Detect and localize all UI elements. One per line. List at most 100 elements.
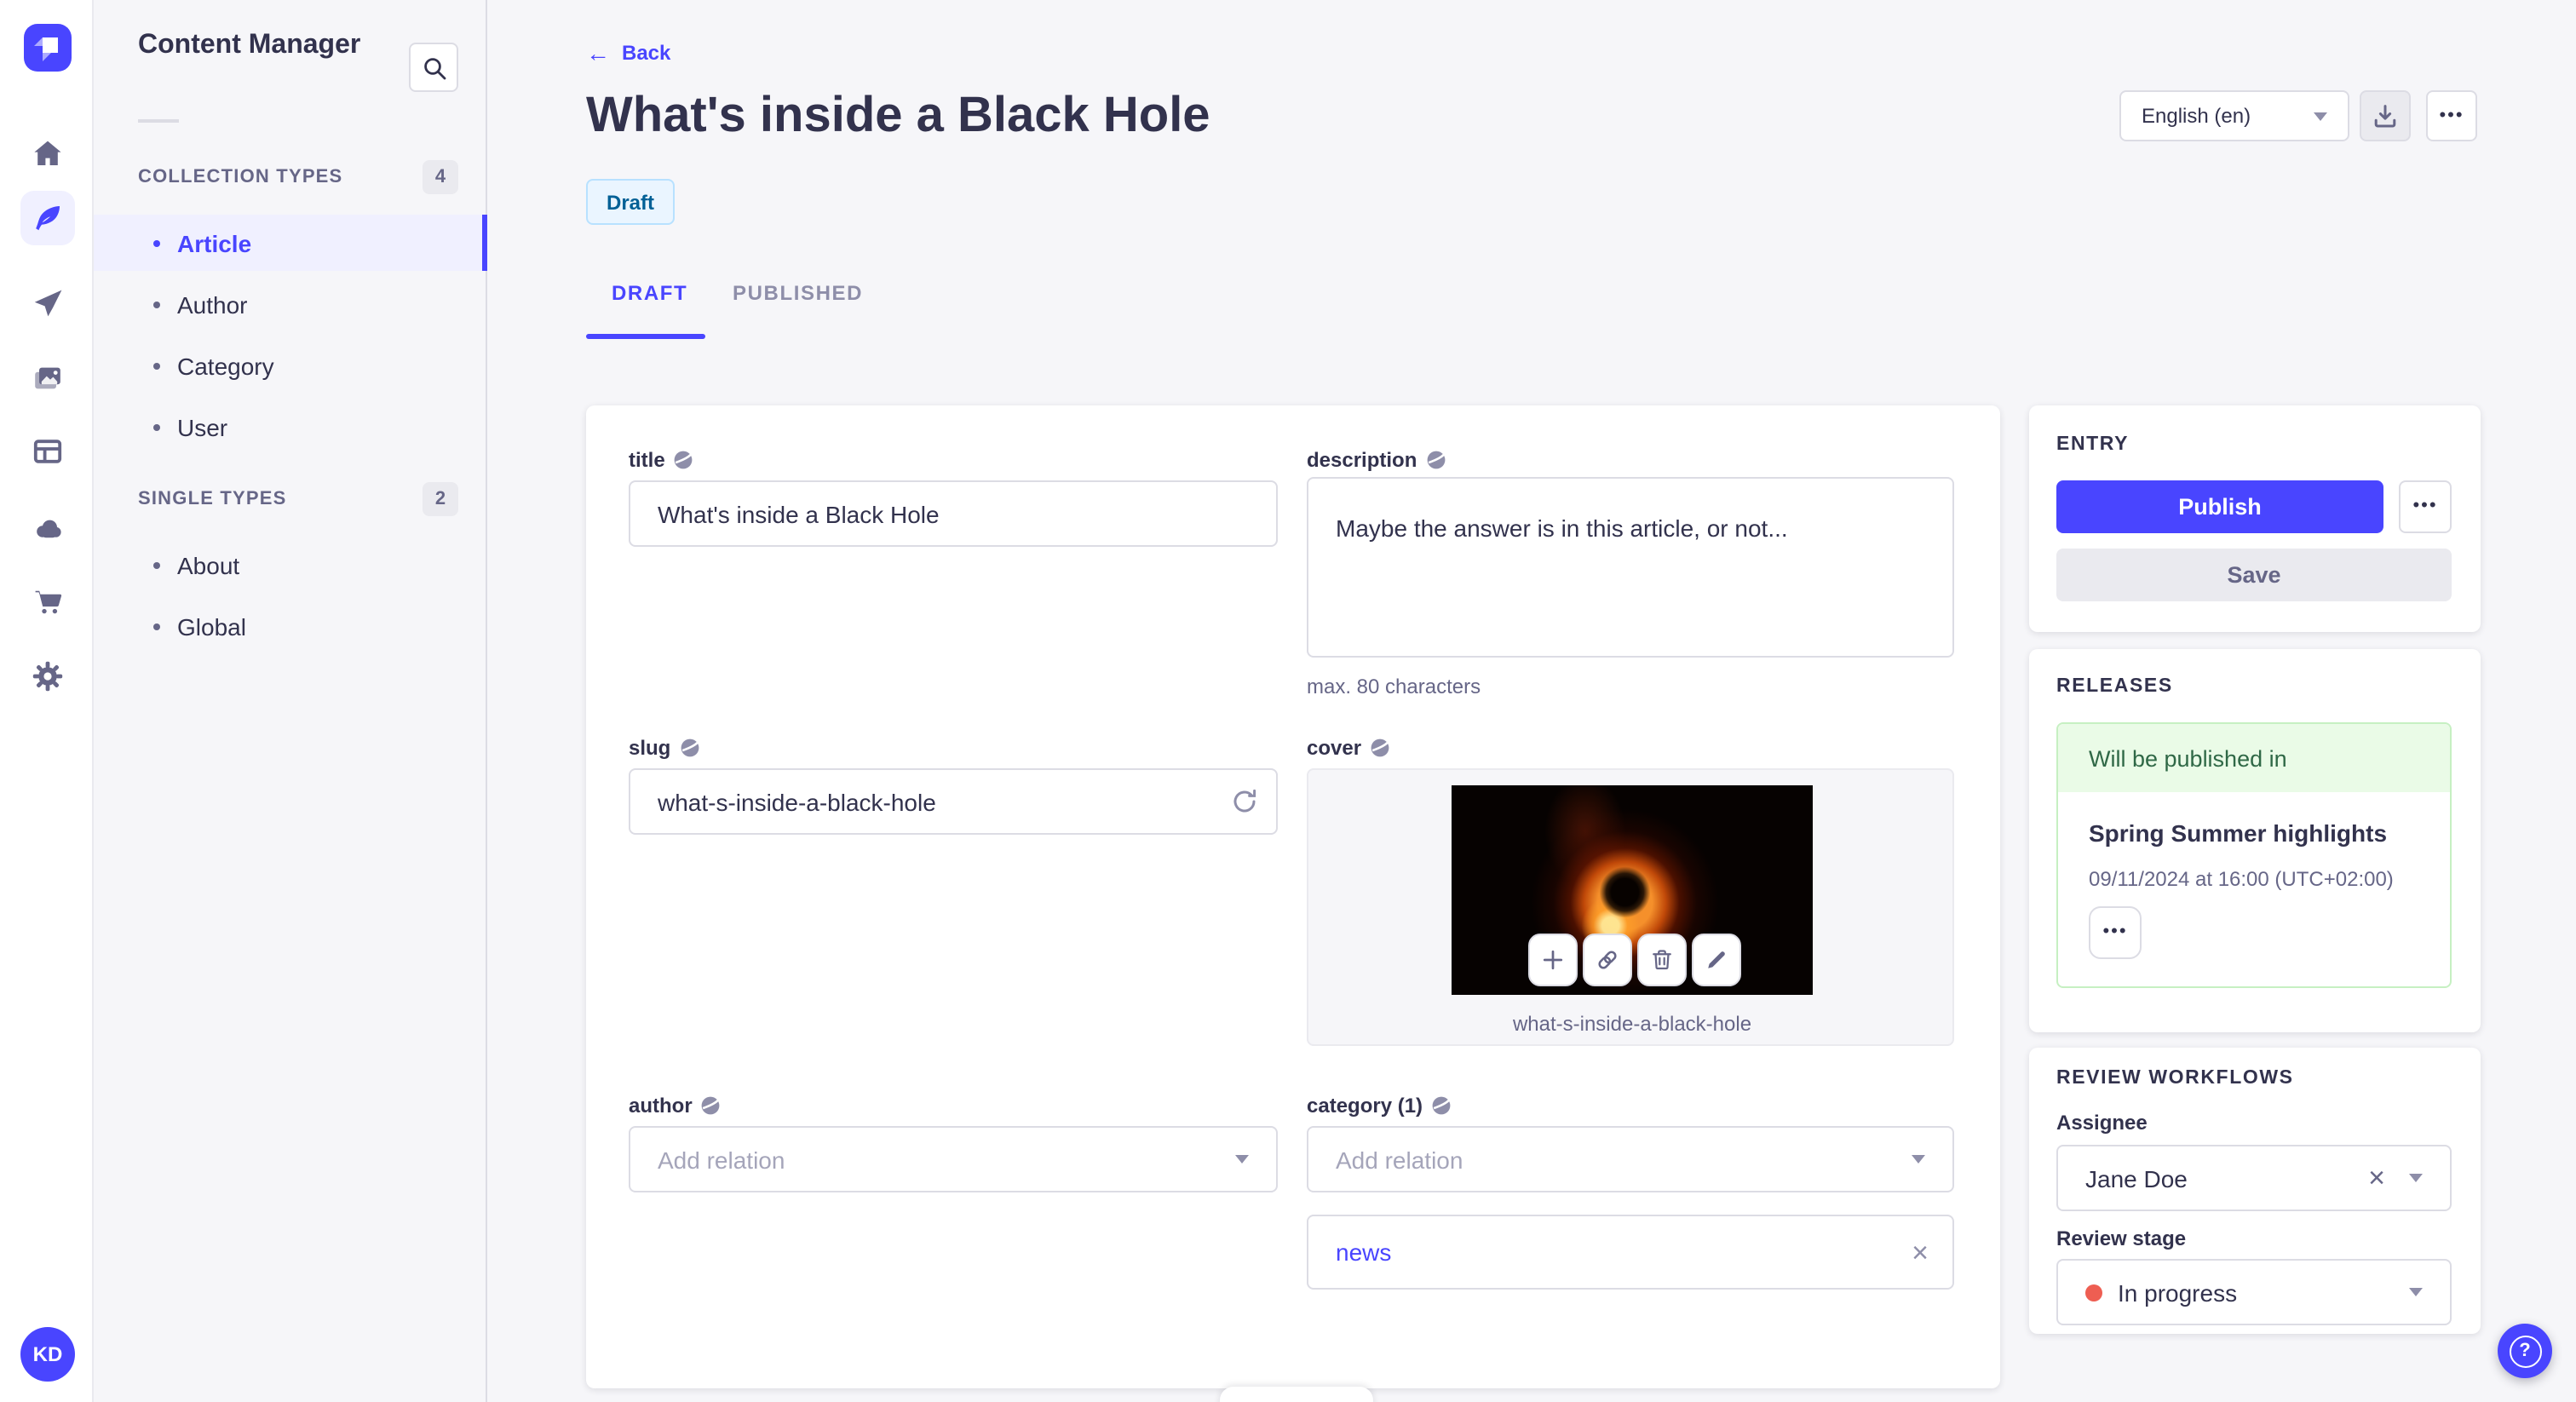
assignee-label: Assignee: [2056, 1111, 2148, 1135]
field-label-description: description: [1307, 448, 1446, 472]
download-icon: [2374, 105, 2396, 128]
chevron-down-icon: [2314, 112, 2327, 120]
i18n-globe-icon: [680, 738, 699, 757]
title-input[interactable]: [629, 480, 1278, 547]
entry-more-button[interactable]: •••: [2399, 480, 2452, 533]
save-button[interactable]: Save: [2056, 549, 2452, 601]
add-media-button[interactable]: [1528, 934, 1578, 986]
locale-select[interactable]: English (en): [2119, 90, 2349, 141]
i18n-globe-icon: [675, 451, 693, 469]
content-manager-subnav: Content Manager COLLECTION TYPES 4 Artic…: [94, 0, 487, 1402]
sidebar-item-about[interactable]: About: [94, 537, 487, 593]
releases-heading: RELEASES: [2056, 676, 2173, 697]
content-type-builder-icon[interactable]: [20, 424, 75, 479]
field-label-author: author: [629, 1094, 722, 1118]
floating-toolbar-partial[interactable]: [1220, 1387, 1373, 1402]
sidebar-item-article[interactable]: Article: [94, 215, 487, 271]
review-heading: REVIEW WORKFLOWS: [2056, 1068, 2294, 1089]
review-workflows-panel: REVIEW WORKFLOWS Assignee Jane Doe × Rev…: [2029, 1048, 2481, 1334]
cover-caption: what-s-inside-a-black-hole: [1512, 1012, 1752, 1036]
content-manager-icon[interactable]: [20, 191, 75, 245]
publish-button[interactable]: Publish: [2056, 480, 2383, 533]
assignee-value: Jane Doe: [2085, 1164, 2188, 1192]
header-more-button[interactable]: •••: [2426, 90, 2477, 141]
edit-form-card: title description Maybe the answer is in…: [586, 405, 2000, 1388]
cover-action-toolbar: [1528, 934, 1741, 986]
entry-panel: ENTRY Publish ••• Save: [2029, 405, 2481, 632]
stage-status-dot: [2085, 1284, 2102, 1301]
sidebar-item-user[interactable]: User: [94, 399, 487, 455]
field-label-cover: cover: [1307, 736, 1390, 760]
sidebar-item-label: Article: [177, 229, 252, 256]
section-label-single-types: SINGLE TYPES: [138, 489, 287, 509]
marketplace-cart-icon[interactable]: [20, 574, 75, 629]
regenerate-slug-button[interactable]: [1230, 787, 1259, 825]
icon-rail: KD: [0, 0, 94, 1402]
relation-news-link[interactable]: news: [1336, 1238, 1391, 1266]
sidebar-item-label: Category: [177, 352, 274, 379]
author-relation-select[interactable]: Add relation: [629, 1126, 1278, 1192]
sidebar-item-author[interactable]: Author: [94, 276, 487, 332]
field-label-category: category (1): [1307, 1094, 1452, 1118]
refresh-icon: [1233, 789, 1256, 813]
search-icon: [423, 57, 446, 79]
home-icon[interactable]: [20, 126, 75, 181]
ellipsis-icon: •••: [2412, 496, 2438, 516]
releases-panel: RELEASES Will be published in Spring Sum…: [2029, 649, 2481, 1032]
clear-assignee-icon[interactable]: ×: [2368, 1164, 2385, 1192]
sidebar-item-label: User: [177, 413, 228, 440]
strapi-logo-icon[interactable]: [24, 24, 72, 72]
category-relation-item: news ×: [1307, 1215, 1954, 1290]
help-button[interactable]: ?: [2498, 1324, 2552, 1378]
sidebar-item-label: About: [177, 551, 240, 578]
section-label-collection-types: COLLECTION TYPES: [138, 167, 343, 187]
release-more-button[interactable]: •••: [2089, 906, 2142, 959]
release-status: Will be published in: [2058, 724, 2450, 792]
back-label: Back: [622, 41, 671, 65]
settings-gear-icon[interactable]: [20, 649, 75, 704]
edit-media-button[interactable]: [1692, 934, 1741, 986]
page-title: What's inside a Black Hole: [586, 89, 1210, 143]
export-download-button[interactable]: [2360, 90, 2411, 141]
assignee-select[interactable]: Jane Doe ×: [2056, 1145, 2452, 1211]
cloud-icon[interactable]: [20, 501, 75, 555]
i18n-globe-icon: [1432, 1096, 1451, 1115]
sidebar-item-category[interactable]: Category: [94, 337, 487, 394]
plus-icon: [1543, 950, 1563, 970]
remove-relation-icon[interactable]: ×: [1912, 1238, 1929, 1267]
user-avatar[interactable]: KD: [20, 1327, 75, 1382]
bullet-icon: [153, 239, 160, 246]
category-placeholder: Add relation: [1336, 1146, 1463, 1173]
pencil-icon: [1708, 951, 1725, 968]
chevron-down-icon: [1235, 1155, 1249, 1164]
media-library-icon[interactable]: [20, 351, 75, 405]
description-hint: max. 80 characters: [1307, 675, 1481, 698]
ellipsis-icon: •••: [2439, 105, 2464, 125]
sidebar-item-global[interactable]: Global: [94, 598, 487, 654]
back-link[interactable]: ← Back: [586, 41, 670, 65]
slug-input[interactable]: [629, 768, 1278, 835]
tab-published[interactable]: PUBLISHED: [733, 281, 863, 305]
releases-icon[interactable]: [20, 276, 75, 330]
category-relation-select[interactable]: Add relation: [1307, 1126, 1954, 1192]
entry-heading: ENTRY: [2056, 434, 2130, 455]
description-textarea[interactable]: Maybe the answer is in this article, or …: [1307, 477, 1954, 658]
bullet-icon: [153, 561, 160, 568]
review-stage-select[interactable]: In progress: [2056, 1259, 2452, 1325]
release-name: Spring Summer highlights: [2089, 819, 2388, 847]
tab-draft[interactable]: DRAFT: [612, 281, 687, 305]
delete-media-button[interactable]: [1637, 934, 1687, 986]
sidebar-item-label: Author: [177, 290, 248, 318]
bullet-icon: [153, 362, 160, 369]
bullet-icon: [153, 623, 160, 629]
chevron-down-icon: [2409, 1288, 2423, 1296]
locale-value: English (en): [2142, 104, 2251, 128]
back-arrow-icon: ←: [586, 39, 610, 66]
search-button[interactable]: [409, 43, 458, 92]
question-mark-icon: ?: [2509, 1335, 2541, 1367]
author-placeholder: Add relation: [658, 1146, 785, 1173]
stage-value: In progress: [2118, 1278, 2238, 1306]
single-types-count-badge: 2: [423, 482, 458, 516]
i18n-globe-icon: [1426, 451, 1445, 469]
copy-link-button[interactable]: [1583, 934, 1632, 986]
